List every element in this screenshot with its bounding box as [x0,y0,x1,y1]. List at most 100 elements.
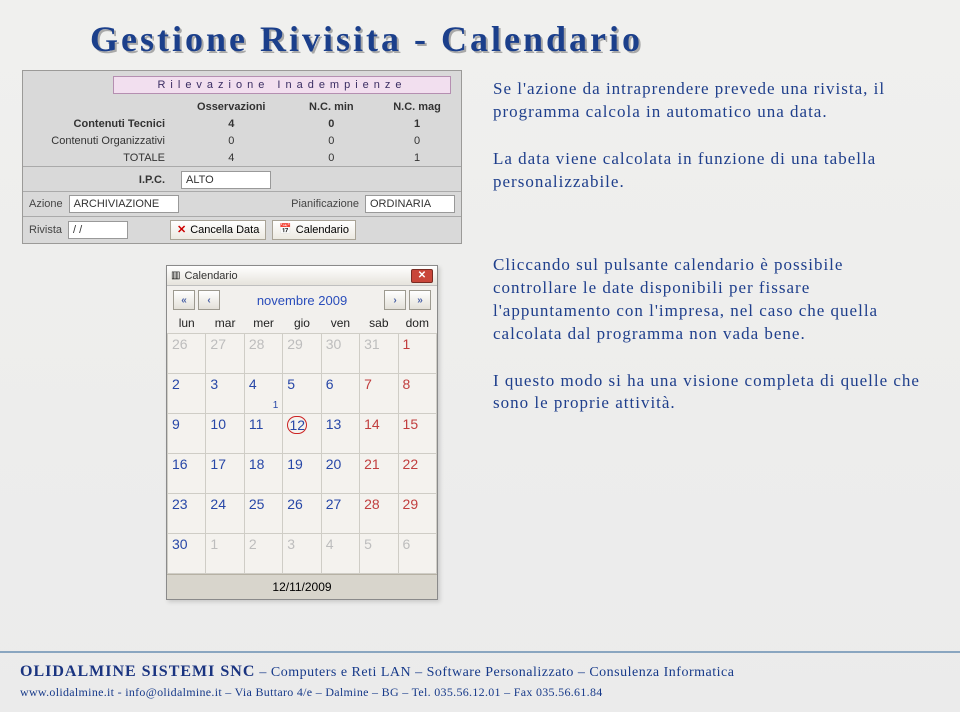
calendar-day[interactable]: 20 [321,454,359,494]
azione-value[interactable]: ARCHIVIAZIONE [69,195,179,213]
prev-year-button[interactable]: « [173,290,195,310]
pianificazione-value[interactable]: ORDINARIA [365,195,455,213]
calendar-dow: mer [244,312,282,334]
calendar-day[interactable]: 2 [168,374,206,414]
calendar-day[interactable]: 41 [244,374,282,414]
calendar-day[interactable]: 1 [206,534,244,574]
calendar-day[interactable]: 26 [168,334,206,374]
cancella-data-label: Cancella Data [190,224,259,236]
calendar-day[interactable]: 9 [168,414,206,454]
calendar-grid: lunmarmergiovensabdom 262728293031123415… [167,312,437,574]
calendar-day[interactable]: 28 [360,494,398,534]
calendar-day[interactable]: 8 [398,374,436,414]
calendar-day[interactable]: 21 [360,454,398,494]
calendar-day[interactable]: 14 [360,414,398,454]
rivista-date-input[interactable]: / / [68,221,128,239]
calendar-day[interactable]: 3 [283,534,321,574]
azione-label: Azione [29,198,63,210]
calendar-day[interactable]: 6 [398,534,436,574]
paragraph-1: Se l'azione da intraprendere prevede una… [493,78,923,124]
ipc-label: I.P.C. [23,168,173,191]
calendar-day[interactable]: 29 [398,494,436,534]
window-icon: ▥ [171,270,180,281]
calendar-dow: sab [360,312,398,334]
paragraph-4: I questo modo si ha una visione completa… [493,370,923,416]
table-cell: 0 [373,132,461,149]
calendar-day[interactable]: 16 [168,454,206,494]
calendar-icon: 📅 [279,224,291,235]
calendar-footer-date: 12/11/2009 [167,574,437,599]
footer-line1: – Computers e Reti LAN – Software Person… [255,665,734,680]
table-row-label: TOTALE [23,149,173,167]
calendar-dow: mar [206,312,244,334]
table-cell: 0 [173,132,290,149]
rivista-label: Rivista [29,224,62,236]
calendario-button-label: Calendario [296,224,349,236]
table-row-label: Contenuti Organizzativi [23,132,173,149]
calendar-dow: lun [168,312,206,334]
body-text: Se l'azione da intraprendere prevede una… [493,78,923,439]
calendar-day[interactable]: 30 [168,534,206,574]
close-button[interactable]: ✕ [411,269,433,283]
calendar-day[interactable]: 22 [398,454,436,494]
calendar-day[interactable]: 25 [244,494,282,534]
calendario-button[interactable]: 📅 Calendario [272,220,356,240]
footer-brand: OLIDALMINE SISTEMI SNC [20,663,255,680]
calendar-day[interactable]: 5 [360,534,398,574]
calendar-day[interactable]: 28 [244,334,282,374]
calendar-day[interactable]: 27 [206,334,244,374]
calendar-month-label: novembre 2009 [257,293,347,308]
calendar-title: Calendario [184,270,411,282]
calendar-day[interactable]: 3 [206,374,244,414]
table-cell: 0 [290,115,374,132]
table-cell: 0 [290,149,374,167]
calendar-day[interactable]: 12 [283,414,321,454]
calendar-day[interactable]: 1 [398,334,436,374]
calendar-day[interactable]: 29 [283,334,321,374]
calendar-dow: gio [283,312,321,334]
col-osservazioni: Osservazioni [173,98,290,115]
calendar-day[interactable]: 23 [168,494,206,534]
calendar-dow: ven [321,312,359,334]
page-title: Gestione Rivisita - Calendario [0,0,960,70]
page-footer: OLIDALMINE SISTEMI SNC – Computers e Ret… [0,651,960,712]
next-month-button[interactable]: › [384,290,406,310]
calendar-day[interactable]: 17 [206,454,244,494]
calendar-day[interactable]: 27 [321,494,359,534]
calendar-day[interactable]: 4 [321,534,359,574]
calendar-day[interactable]: 5 [283,374,321,414]
col-ncmin: N.C. min [290,98,374,115]
calendar-day[interactable]: 13 [321,414,359,454]
next-year-button[interactable]: » [409,290,431,310]
calendar-day[interactable]: 15 [398,414,436,454]
table-row-label: Contenuti Tecnici [23,115,173,132]
calendar-day[interactable]: 2 [244,534,282,574]
calendar-day[interactable]: 24 [206,494,244,534]
table-cell: 1 [373,149,461,167]
calendar-day[interactable]: 11 [244,414,282,454]
calendar-day[interactable]: 19 [283,454,321,494]
table-cell: 4 [173,149,290,167]
calendar-day[interactable]: 18 [244,454,282,494]
rilevazione-table: Osservazioni N.C. min N.C. mag Contenuti… [23,98,461,191]
col-ncmag: N.C. mag [373,98,461,115]
table-cell: 1 [373,115,461,132]
close-icon: ✕ [177,223,186,236]
rilevazione-header: Rilevazione Inadempienze [113,76,451,94]
calendar-day[interactable]: 31 [360,334,398,374]
calendar-day[interactable]: 26 [283,494,321,534]
cancella-data-button[interactable]: ✕ Cancella Data [170,220,266,240]
table-cell: 4 [173,115,290,132]
footer-line2: www.olidalmine.it - info@olidalmine.it –… [20,685,940,700]
prev-month-button[interactable]: ‹ [198,290,220,310]
paragraph-2: La data viene calcolata in funzione di u… [493,148,923,194]
ipc-value[interactable]: ALTO [181,171,271,189]
rilevazione-panel: Rilevazione Inadempienze Osservazioni N.… [22,70,462,244]
calendar-day[interactable]: 6 [321,374,359,414]
pianificazione-label: Pianificazione [291,198,359,210]
calendar-day[interactable]: 30 [321,334,359,374]
calendar-titlebar: ▥ Calendario ✕ [167,266,437,286]
calendar-dow: dom [398,312,436,334]
calendar-day[interactable]: 10 [206,414,244,454]
calendar-day[interactable]: 7 [360,374,398,414]
